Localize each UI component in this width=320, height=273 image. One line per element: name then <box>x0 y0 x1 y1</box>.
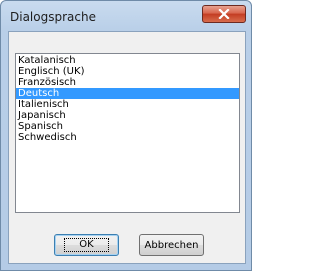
language-list-item[interactable]: Italienisch <box>16 99 239 110</box>
window-title: Dialogsprache <box>10 10 96 24</box>
title-bar[interactable]: Dialogsprache <box>1 1 251 31</box>
cancel-button-label: Abbrechen <box>144 239 199 251</box>
language-list-item-selected[interactable]: Deutsch <box>16 88 239 99</box>
language-list-item[interactable]: Japanisch <box>16 110 239 121</box>
close-button[interactable] <box>202 5 246 23</box>
ok-button[interactable]: OK <box>54 234 119 256</box>
language-list-item[interactable]: Französisch <box>16 77 239 88</box>
language-list-item[interactable]: Katalanisch <box>16 55 239 66</box>
close-icon <box>218 9 230 19</box>
dialog-window: Dialogsprache Katalanisch Englisch (UK) … <box>0 0 252 271</box>
language-listbox[interactable]: Katalanisch Englisch (UK) Französisch De… <box>15 53 240 213</box>
cancel-button[interactable]: Abbrechen <box>139 234 204 256</box>
language-list-item[interactable]: Schwedisch <box>16 132 239 143</box>
dialog-content: Katalanisch Englisch (UK) Französisch De… <box>8 31 246 264</box>
ok-button-label: OK <box>64 238 109 252</box>
language-list-item[interactable]: Englisch (UK) <box>16 66 239 77</box>
language-list-item[interactable]: Spanisch <box>16 121 239 132</box>
